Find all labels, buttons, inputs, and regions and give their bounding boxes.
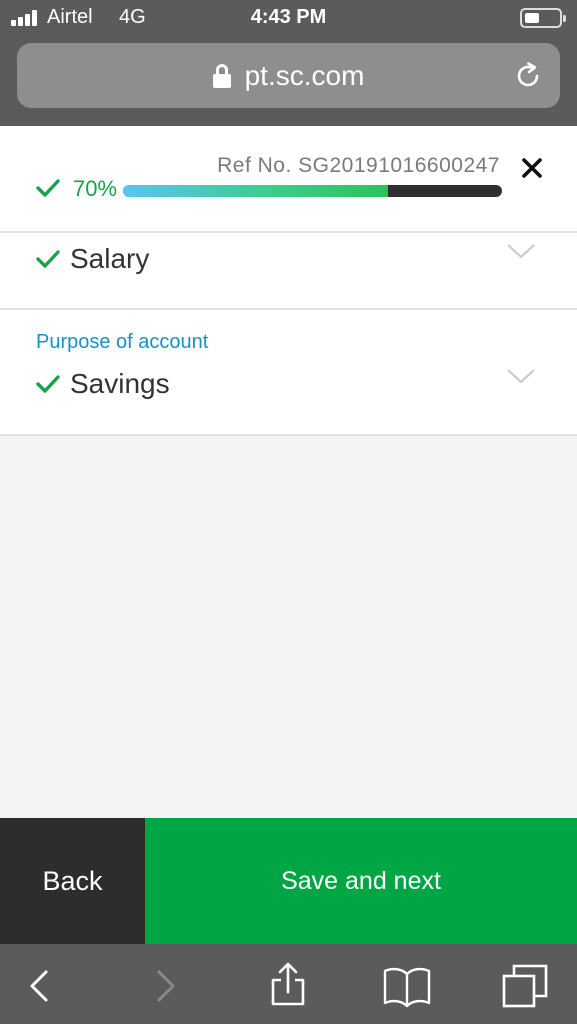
browser-chrome: Airtel 4G 4:43 PM pt.sc.com [0, 0, 577, 126]
check-icon [36, 375, 60, 393]
status-time: 4:43 PM [250, 6, 327, 28]
tabs-icon[interactable] [502, 962, 550, 1010]
browser-toolbar [0, 944, 577, 1024]
check-icon [36, 179, 60, 197]
purpose-of-account-select[interactable]: Purpose of account Savings [0, 310, 577, 436]
lock-icon [212, 63, 231, 88]
purpose-of-account-label: Purpose of account [36, 331, 209, 353]
reference-number: Ref No. SG20191016600247 [217, 154, 500, 177]
save-and-next-button[interactable]: Save and next [145, 818, 577, 944]
chevron-down-icon[interactable] [506, 243, 536, 259]
battery-icon [520, 8, 566, 28]
progress-bar-fill [123, 185, 389, 197]
income-source-select[interactable]: Salary [0, 233, 577, 310]
share-icon[interactable] [264, 962, 312, 1010]
close-icon[interactable] [520, 156, 544, 180]
progress-bar [123, 185, 502, 197]
purpose-of-account-value: Savings [70, 368, 170, 399]
progress-percent: 70% [73, 176, 118, 201]
back-button[interactable]: Back [0, 818, 145, 944]
forward-arrow-icon[interactable] [141, 962, 189, 1010]
chevron-down-icon[interactable] [506, 368, 536, 384]
back-arrow-icon[interactable] [16, 962, 64, 1010]
check-icon [36, 250, 60, 268]
status-bar: Airtel 4G 4:43 PM [0, 0, 577, 36]
reload-icon[interactable] [513, 61, 543, 91]
application-progress-header: Ref No. SG20191016600247 70% [0, 126, 577, 233]
income-source-value: Salary [70, 243, 150, 274]
bookmarks-icon[interactable] [383, 962, 431, 1010]
url-text[interactable]: pt.sc.com [245, 60, 365, 92]
address-bar[interactable]: pt.sc.com [17, 43, 560, 108]
